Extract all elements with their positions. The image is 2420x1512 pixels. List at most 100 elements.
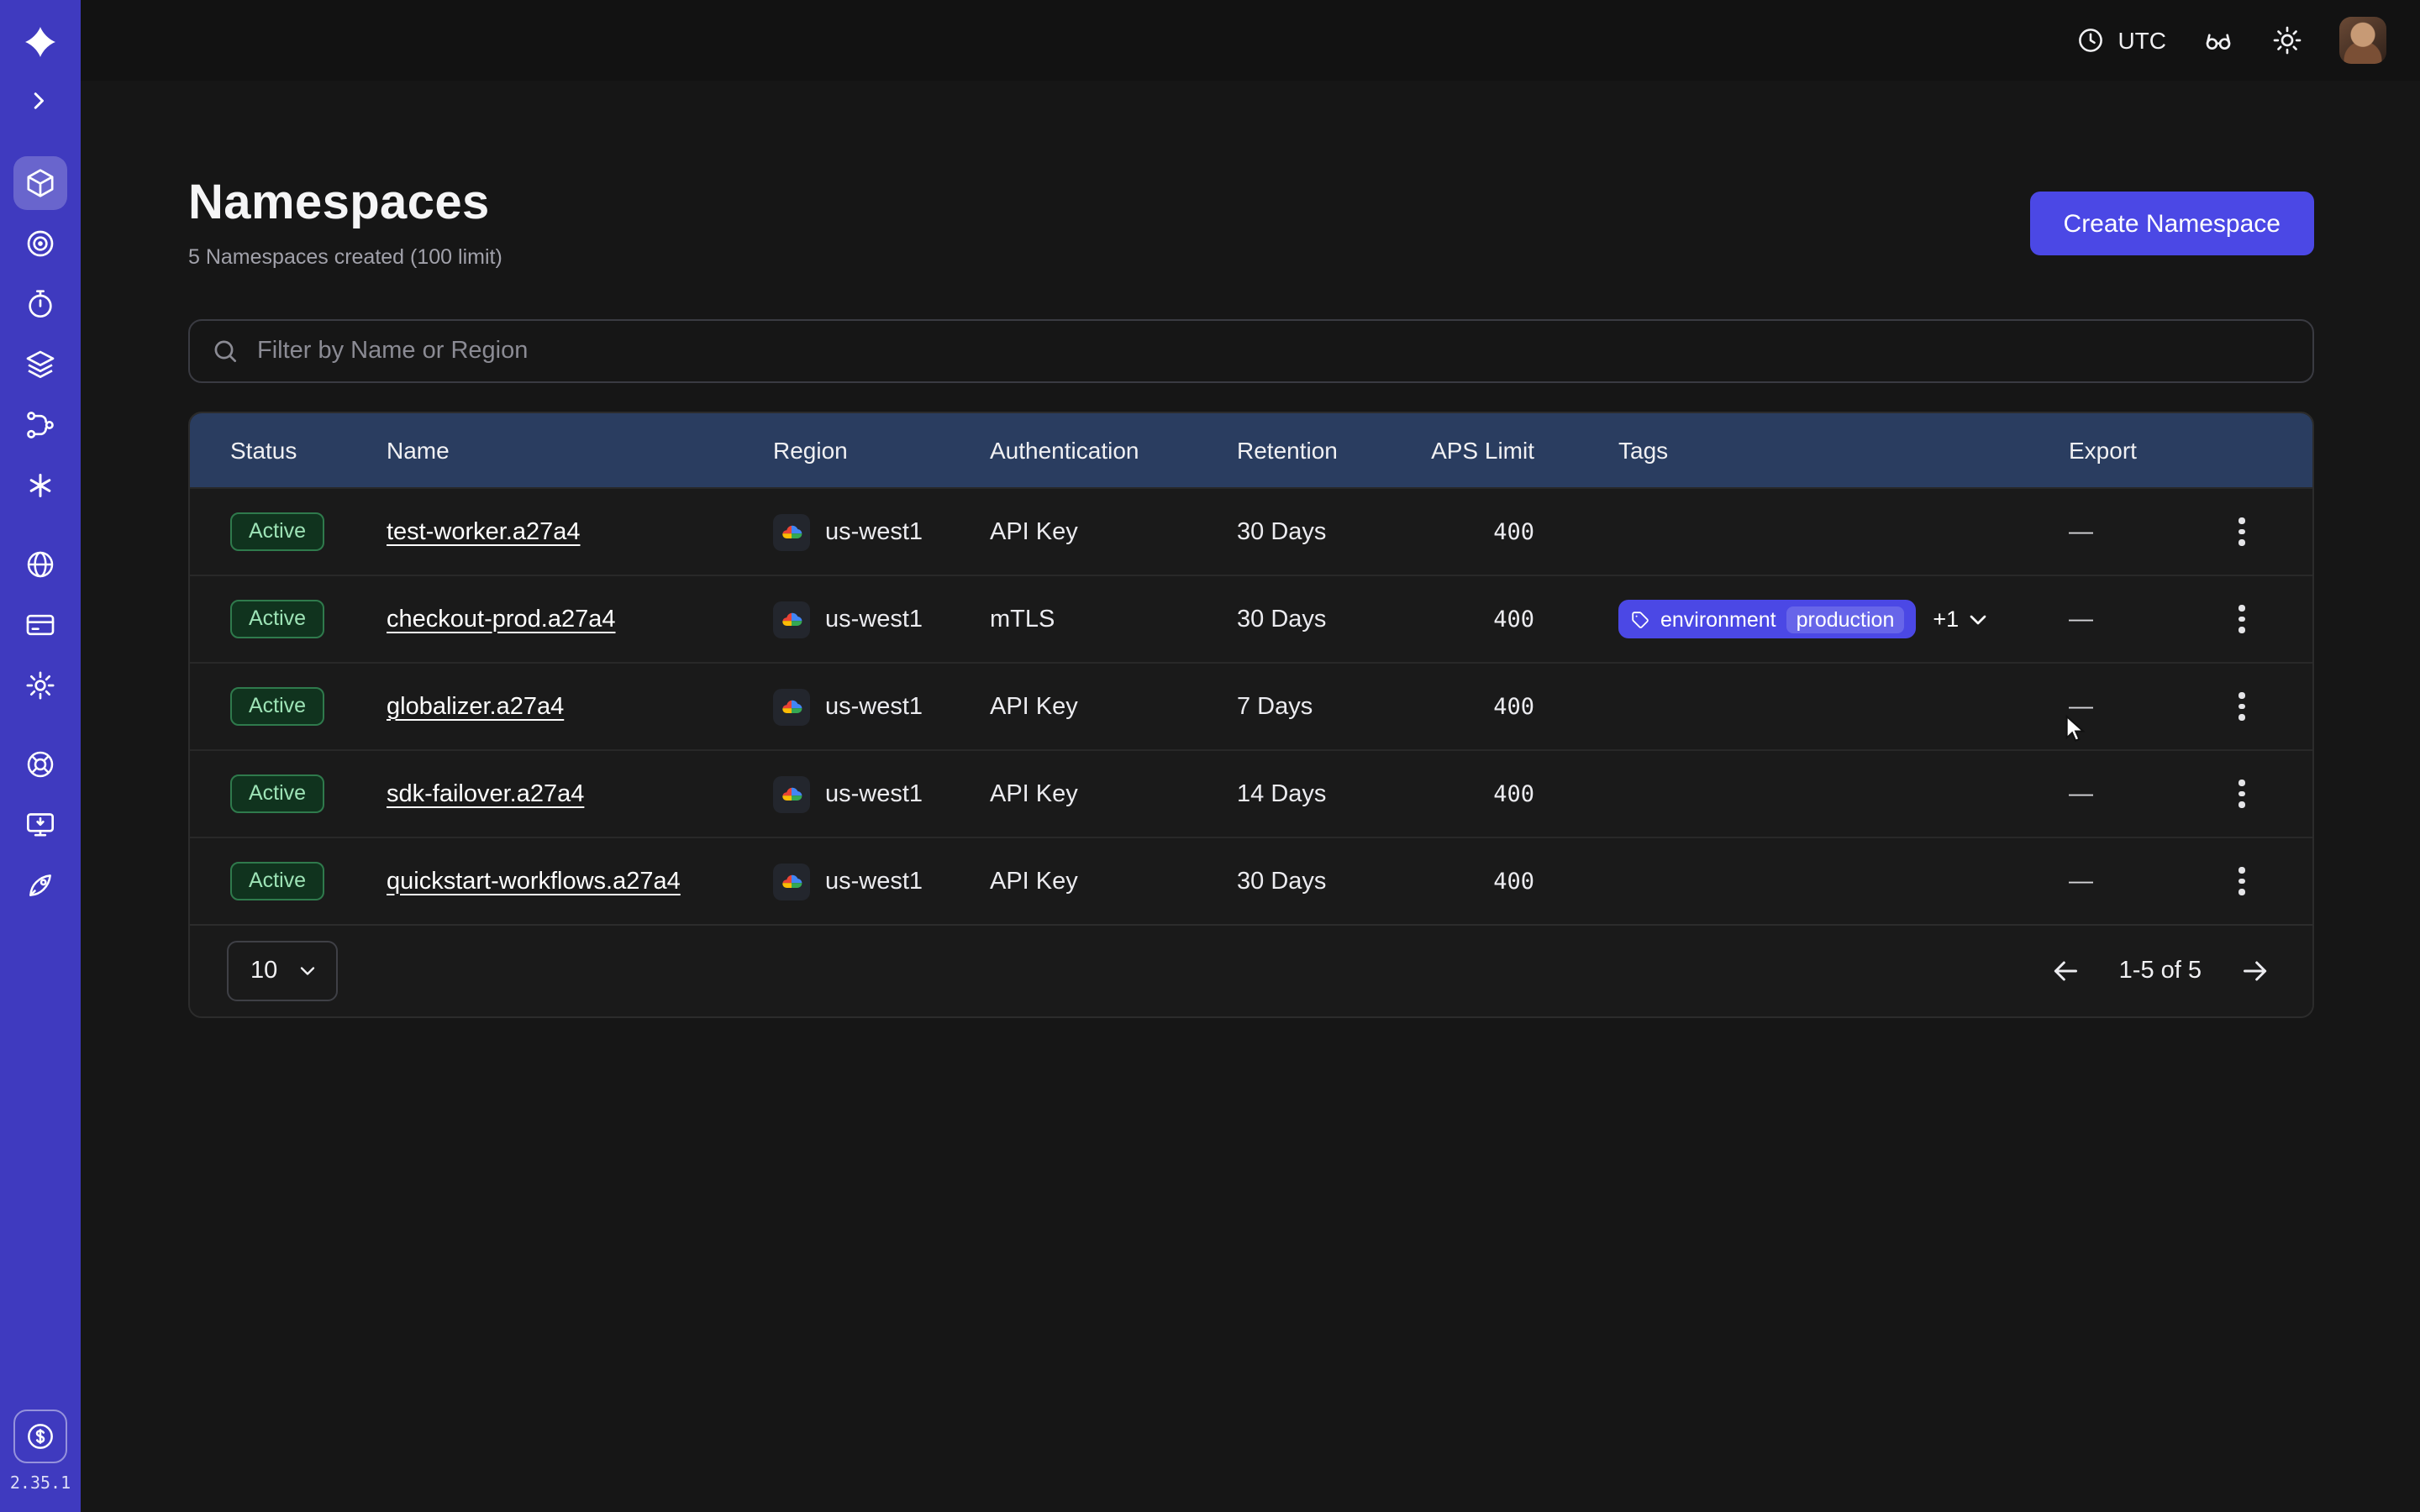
- support-lifebuoy-icon: [24, 748, 57, 781]
- status-badge: Active: [230, 774, 324, 813]
- namespaces-cube-icon: [24, 166, 57, 200]
- status-badge: Active: [230, 512, 324, 551]
- sidebar-expand-button[interactable]: [24, 86, 57, 119]
- sidebar-item-workflows[interactable]: [13, 398, 67, 452]
- tag-group: environment production +1: [1618, 600, 1991, 638]
- namespace-link[interactable]: test-worker.a27a4: [387, 518, 581, 545]
- sidebar-item-batch[interactable]: [13, 338, 67, 391]
- workflow-branch-icon: [24, 408, 57, 442]
- auth-label: API Key: [990, 518, 1237, 545]
- prev-page-button[interactable]: [2049, 954, 2082, 988]
- status-badge: Active: [230, 862, 324, 900]
- app-root: 2.35.1 UTC: [0, 0, 2420, 1512]
- sidebar-item-namespaces[interactable]: [13, 156, 67, 210]
- row-menu-button[interactable]: [2222, 770, 2262, 817]
- col-retention: Retention: [1237, 437, 1430, 464]
- sidebar-item-billing[interactable]: [13, 598, 67, 652]
- sidebar-item-schedules[interactable]: [13, 277, 67, 331]
- export-value: —: [2069, 606, 2093, 633]
- tag-chip[interactable]: environment production: [1618, 600, 1916, 638]
- page-subtitle: 5 Namespaces created (100 limit): [188, 245, 502, 269]
- user-avatar[interactable]: [2339, 17, 2386, 64]
- usage-dollar-icon: [24, 1420, 57, 1453]
- export-value: —: [2069, 780, 2093, 807]
- gcp-cloud-icon: [773, 688, 810, 725]
- globe-icon: [24, 548, 57, 581]
- sidebar-item-support[interactable]: [13, 738, 67, 791]
- retention-label: 30 Days: [1237, 518, 1430, 545]
- gcp-cloud-icon: [773, 775, 810, 812]
- tag-value: production: [1786, 606, 1905, 633]
- auth-label: API Key: [990, 868, 1237, 895]
- col-export: Export: [2069, 437, 2262, 464]
- accessibility-button[interactable]: [2202, 24, 2235, 57]
- namespace-link[interactable]: checkout-prod.a27a4: [387, 606, 616, 633]
- sidebar-item-deployments[interactable]: [13, 217, 67, 270]
- table-row: Active globalizer.a27a4 us-west1 API Key…: [190, 662, 2312, 749]
- gcp-cloud-icon: [773, 513, 810, 550]
- timezone-selector[interactable]: UTC: [2075, 25, 2166, 55]
- col-status: Status: [230, 437, 387, 464]
- namespace-link[interactable]: quickstart-workflows.a27a4: [387, 868, 681, 895]
- col-tags: Tags: [1618, 437, 2069, 464]
- monitor-icon: [24, 808, 57, 842]
- page-size-value: 10: [250, 958, 277, 984]
- timer-icon: [24, 287, 57, 321]
- tag-key: environment: [1660, 607, 1776, 631]
- table-row: Active test-worker.a27a4 us-west1 API Ke…: [190, 487, 2312, 575]
- table-row: Active checkout-prod.a27a4 us-west1 mTLS…: [190, 575, 2312, 662]
- export-value: —: [2069, 518, 2093, 545]
- region-label: us-west1: [825, 780, 923, 807]
- region-label: us-west1: [825, 518, 923, 545]
- theme-toggle-button[interactable]: [2270, 24, 2304, 57]
- aps-limit-value: 400: [1430, 606, 1555, 633]
- timezone-label: UTC: [2118, 27, 2166, 54]
- settings-gear-icon: [24, 669, 57, 702]
- sidebar-nav: [13, 153, 67, 916]
- row-menu-button[interactable]: [2222, 683, 2262, 730]
- sidebar-item-getting-started[interactable]: [13, 858, 67, 912]
- app-version: 2.35.1: [10, 1475, 71, 1494]
- table-header: Status Name Region Authentication Retent…: [190, 413, 2312, 487]
- sidebar-item-docs[interactable]: [13, 798, 67, 852]
- sidebar-item-regions[interactable]: [13, 538, 67, 591]
- aps-limit-value: 400: [1430, 780, 1555, 807]
- page-header: Namespaces 5 Namespaces created (100 lim…: [188, 168, 2314, 269]
- sun-icon: [2270, 24, 2304, 57]
- glasses-icon: [2202, 24, 2235, 57]
- status-badge: Active: [230, 600, 324, 638]
- auth-label: API Key: [990, 693, 1237, 720]
- temporal-logo: [22, 24, 59, 60]
- table-row: Active sdk-failover.a27a4 us-west1 API K…: [190, 749, 2312, 837]
- namespace-link[interactable]: sdk-failover.a27a4: [387, 780, 584, 807]
- nexus-asterisk-icon: [24, 469, 57, 502]
- namespace-link[interactable]: globalizer.a27a4: [387, 693, 564, 720]
- export-value: —: [2069, 868, 2093, 895]
- sidebar-item-nexus[interactable]: [13, 459, 67, 512]
- col-name: Name: [387, 437, 773, 464]
- usage-button[interactable]: [13, 1410, 67, 1463]
- aps-limit-value: 400: [1430, 868, 1555, 895]
- row-menu-button[interactable]: [2222, 508, 2262, 555]
- row-menu-button[interactable]: [2222, 858, 2262, 905]
- topbar: UTC: [81, 0, 2420, 81]
- billing-card-icon: [24, 608, 57, 642]
- pagination: 1-5 of 5: [2049, 954, 2272, 988]
- tag-icon: [1630, 609, 1650, 629]
- filter-input[interactable]: [188, 319, 2314, 383]
- create-namespace-button[interactable]: Create Namespace: [2030, 192, 2314, 255]
- target-icon: [24, 227, 57, 260]
- sidebar-item-settings[interactable]: [13, 659, 67, 712]
- page-title: Namespaces: [188, 168, 502, 239]
- status-badge: Active: [230, 687, 324, 726]
- next-page-button[interactable]: [2238, 954, 2272, 988]
- chevron-down-icon: [296, 959, 319, 983]
- page-size-select[interactable]: 10: [227, 941, 338, 1001]
- col-authentication: Authentication: [990, 437, 1237, 464]
- namespaces-page: Namespaces 5 Namespaces created (100 lim…: [81, 81, 2420, 1512]
- export-value: —: [2069, 693, 2093, 720]
- region-label: us-west1: [825, 693, 923, 720]
- row-menu-button[interactable]: [2222, 596, 2262, 643]
- chevron-down-icon[interactable]: [1964, 606, 1991, 633]
- tag-overflow[interactable]: +1: [1933, 606, 1959, 632]
